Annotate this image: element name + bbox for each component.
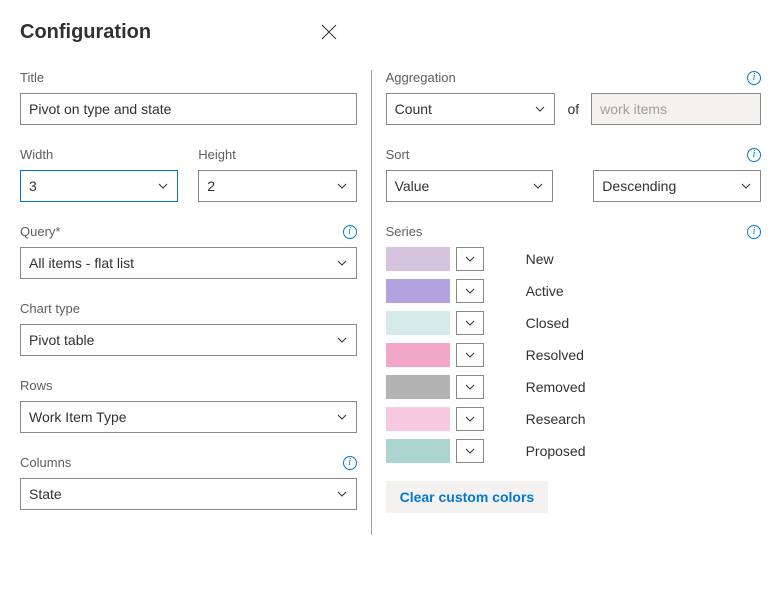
info-icon[interactable]: i	[747, 71, 761, 85]
series-item-label: Removed	[526, 379, 586, 395]
aggregation-value: Count	[395, 101, 432, 117]
color-swatch	[386, 311, 450, 335]
height-value: 2	[207, 178, 215, 194]
color-select[interactable]	[456, 343, 484, 367]
width-label: Width	[20, 147, 53, 162]
chevron-down-icon	[336, 180, 348, 192]
chevron-down-icon	[464, 413, 476, 425]
series-row: Closed	[386, 311, 761, 335]
sort-label: Sort	[386, 147, 410, 162]
sort-by-value: Value	[395, 178, 430, 194]
series-item-label: Active	[526, 283, 564, 299]
title-input[interactable]: Pivot on type and state	[20, 93, 357, 125]
chevron-down-icon	[464, 317, 476, 329]
chevron-down-icon	[532, 180, 544, 192]
columns-select[interactable]: State	[20, 478, 357, 510]
columns-label: Columns	[20, 455, 71, 470]
color-select[interactable]	[456, 439, 484, 463]
series-row: Resolved	[386, 343, 761, 367]
series-row: Active	[386, 279, 761, 303]
title-value: Pivot on type and state	[29, 101, 171, 117]
series-label: Series	[386, 224, 423, 239]
info-icon[interactable]: i	[747, 148, 761, 162]
series-list: New Active Closed Resolved Removed Research Pr…	[386, 247, 761, 463]
width-select[interactable]: 3	[20, 170, 178, 202]
sort-dir-value: Descending	[602, 178, 676, 194]
info-icon[interactable]: i	[747, 225, 761, 239]
color-swatch	[386, 375, 450, 399]
chevron-down-icon	[157, 180, 169, 192]
chevron-down-icon	[336, 488, 348, 500]
sort-by-select[interactable]: Value	[386, 170, 554, 202]
chevron-down-icon	[464, 253, 476, 265]
chevron-down-icon	[464, 381, 476, 393]
color-swatch	[386, 439, 450, 463]
page-title: Configuration	[20, 21, 151, 44]
chart-type-value: Pivot table	[29, 332, 94, 348]
color-select[interactable]	[456, 311, 484, 335]
color-swatch	[386, 407, 450, 431]
chevron-down-icon	[336, 257, 348, 269]
aggregation-of-value: work items	[600, 101, 667, 117]
color-select[interactable]	[456, 407, 484, 431]
chevron-down-icon	[464, 349, 476, 361]
rows-label: Rows	[20, 378, 53, 393]
sort-dir-select[interactable]: Descending	[593, 170, 761, 202]
aggregation-of-select: work items	[591, 93, 761, 125]
info-icon[interactable]: i	[343, 225, 357, 239]
chevron-down-icon	[464, 445, 476, 457]
chart-type-label: Chart type	[20, 301, 80, 316]
series-row: Removed	[386, 375, 761, 399]
height-label: Height	[198, 147, 236, 162]
of-label: of	[567, 101, 579, 117]
series-item-label: Proposed	[526, 443, 586, 459]
series-row: New	[386, 247, 761, 271]
query-value: All items - flat list	[29, 255, 134, 271]
left-panel: Title Pivot on type and state Width 3	[20, 70, 371, 535]
aggregation-select[interactable]: Count	[386, 93, 556, 125]
chevron-down-icon	[534, 103, 546, 115]
width-value: 3	[29, 178, 37, 194]
series-item-label: Closed	[526, 315, 570, 331]
right-panel: Aggregation i Count of work items Sort	[371, 70, 761, 535]
clear-custom-colors-button[interactable]: Clear custom colors	[386, 481, 549, 513]
series-item-label: Resolved	[526, 347, 584, 363]
chevron-down-icon	[464, 285, 476, 297]
series-row: Research	[386, 407, 761, 431]
rows-select[interactable]: Work Item Type	[20, 401, 357, 433]
chart-type-select[interactable]: Pivot table	[20, 324, 357, 356]
chevron-down-icon	[336, 411, 348, 423]
chevron-down-icon	[336, 334, 348, 346]
rows-value: Work Item Type	[29, 409, 127, 425]
columns-value: State	[29, 486, 62, 502]
series-row: Proposed	[386, 439, 761, 463]
color-swatch	[386, 279, 450, 303]
query-select[interactable]: All items - flat list	[20, 247, 357, 279]
series-item-label: New	[526, 251, 554, 267]
color-select[interactable]	[456, 375, 484, 399]
color-select[interactable]	[456, 279, 484, 303]
info-icon[interactable]: i	[343, 456, 357, 470]
close-button[interactable]	[317, 20, 341, 44]
color-swatch	[386, 247, 450, 271]
series-item-label: Research	[526, 411, 586, 427]
height-select[interactable]: 2	[198, 170, 356, 202]
color-select[interactable]	[456, 247, 484, 271]
chevron-down-icon	[740, 180, 752, 192]
aggregation-label: Aggregation	[386, 70, 456, 85]
color-swatch	[386, 343, 450, 367]
title-label: Title	[20, 70, 44, 85]
query-label: Query*	[20, 224, 60, 239]
close-icon	[321, 24, 337, 40]
